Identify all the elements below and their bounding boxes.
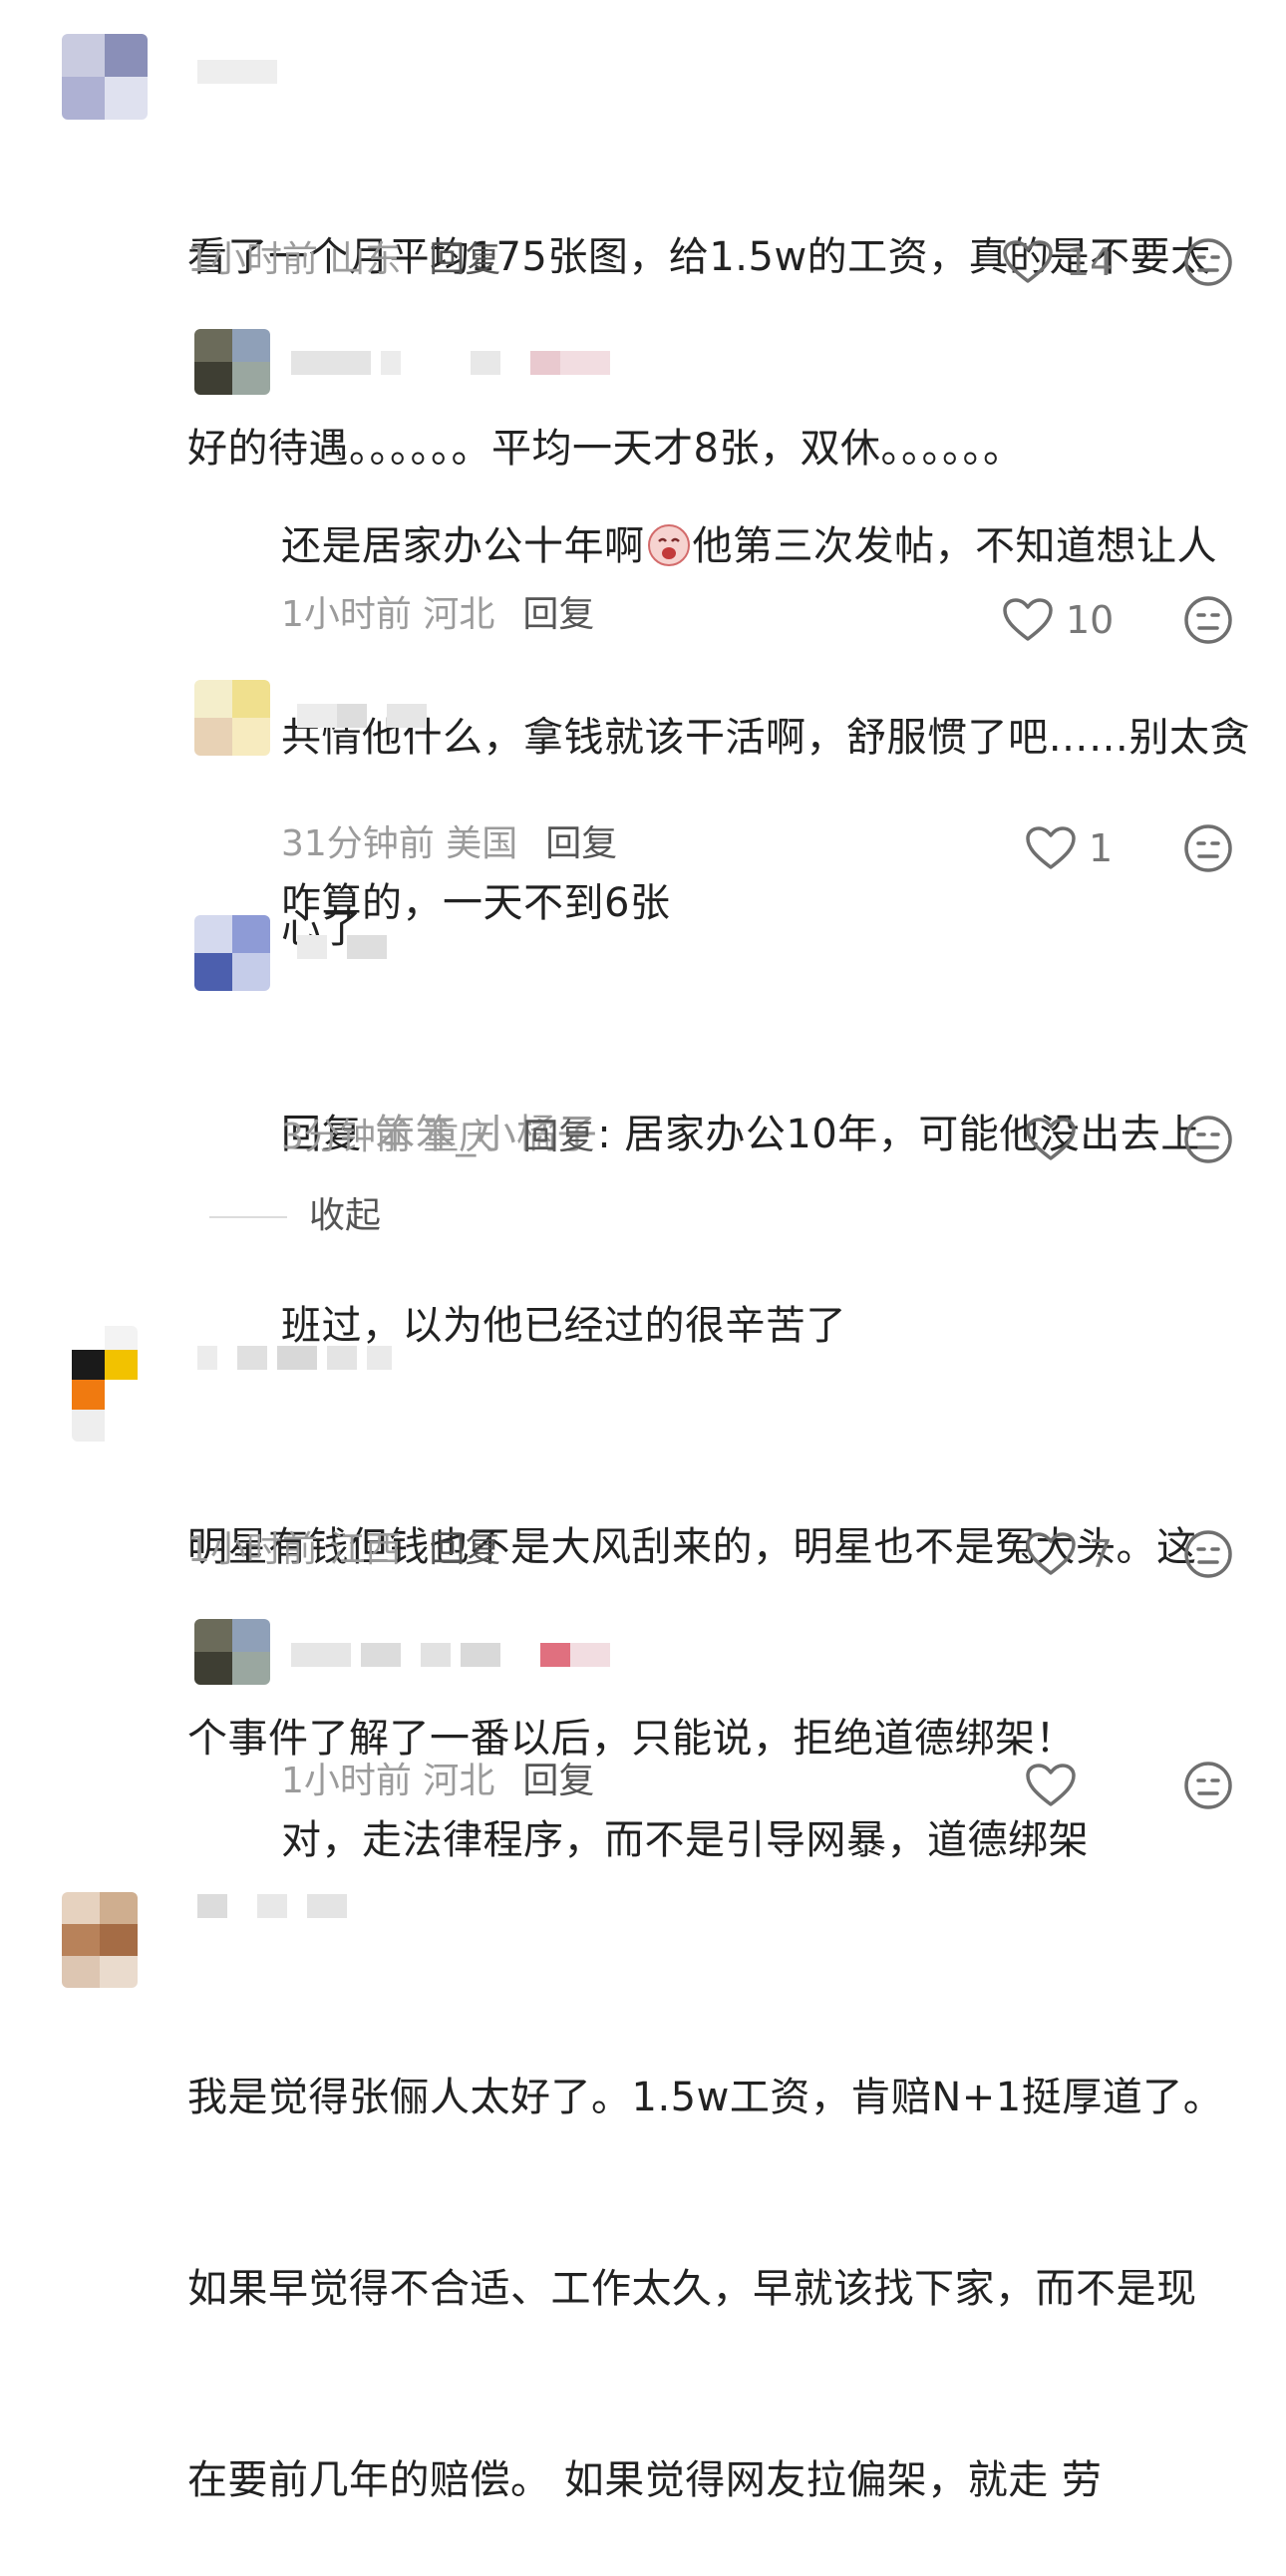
like-button[interactable] [1025, 1115, 1089, 1164]
like-count: 7 [1089, 1532, 1114, 1576]
comment-text: 我是觉得张俪人太好了。1.5w工资，肯赔N+1挺厚道了。 如果早觉得不合适、工作… [187, 2075, 1224, 2503]
username-blurred[interactable] [291, 1643, 620, 1667]
username-blurred[interactable] [197, 1346, 397, 1370]
comment-text: 回复 笨笨_小橘子: 居家办公10年，可能他没出去上 班过，以为他已经过的很辛苦… [281, 1112, 1201, 1349]
username-blurred[interactable] [197, 1894, 357, 1918]
divider [209, 1216, 287, 1218]
reply-button[interactable]: 回复 [429, 239, 500, 280]
heart-icon [1026, 826, 1076, 869]
comment-meta: 31分钟前 美国 回复 [281, 823, 618, 864]
like-button[interactable] [1025, 1761, 1089, 1810]
heart-icon [1026, 1764, 1076, 1806]
username-blurred[interactable] [297, 935, 397, 959]
avatar[interactable] [62, 34, 148, 120]
like-button[interactable]: 1 [1025, 823, 1113, 873]
collapse-replies-button[interactable]: 收起 [209, 1191, 381, 1241]
reply-button[interactable]: 回复 [545, 823, 617, 864]
like-count: 14 [1066, 240, 1115, 284]
comment-meta: 1小时前 山东 回复 [187, 239, 501, 280]
crying-face-icon [647, 524, 690, 566]
avatar[interactable] [194, 329, 270, 395]
comment-text: 对，走法律程序，而不是引导网暴，道德绑架 [281, 1817, 1089, 1863]
heart-icon [1026, 1532, 1076, 1575]
avatar[interactable] [62, 1892, 138, 1988]
avatar[interactable] [194, 680, 270, 756]
reply-button[interactable]: 回复 [522, 1761, 594, 1801]
like-count: 10 [1066, 598, 1115, 642]
like-button[interactable]: 7 [1025, 1529, 1113, 1579]
dislike-icon[interactable] [1183, 1529, 1233, 1579]
dislike-icon[interactable] [1183, 1115, 1233, 1164]
reply-button[interactable]: 回复 [522, 594, 594, 635]
username-blurred[interactable] [297, 704, 437, 728]
dislike-icon[interactable] [1183, 237, 1233, 287]
comment-meta: 1小时前 江西 回复 [187, 1529, 501, 1570]
dislike-icon[interactable] [1183, 1761, 1233, 1810]
reply-button[interactable]: 回复 [522, 1117, 594, 1157]
comment-meta: 1小时前 河北 回复 [281, 1761, 595, 1801]
avatar[interactable] [194, 915, 270, 991]
comment-meta: 1小时前 河北 回复 [281, 594, 595, 635]
heart-icon [1003, 240, 1053, 283]
dislike-icon[interactable] [1183, 595, 1233, 645]
heart-icon [1026, 1118, 1076, 1160]
dislike-icon[interactable] [1183, 823, 1233, 873]
username-blurred[interactable] [197, 60, 277, 84]
avatar[interactable] [72, 1326, 138, 1442]
comment-meta: 3分钟前 重庆 回复 [281, 1117, 595, 1157]
username-blurred[interactable] [291, 351, 620, 375]
reply-button[interactable]: 回复 [429, 1529, 500, 1570]
heart-icon [1003, 598, 1053, 641]
avatar[interactable] [194, 1619, 270, 1685]
like-button[interactable]: 10 [1002, 595, 1114, 645]
like-button[interactable]: 14 [1002, 237, 1114, 287]
like-count: 1 [1089, 826, 1114, 870]
